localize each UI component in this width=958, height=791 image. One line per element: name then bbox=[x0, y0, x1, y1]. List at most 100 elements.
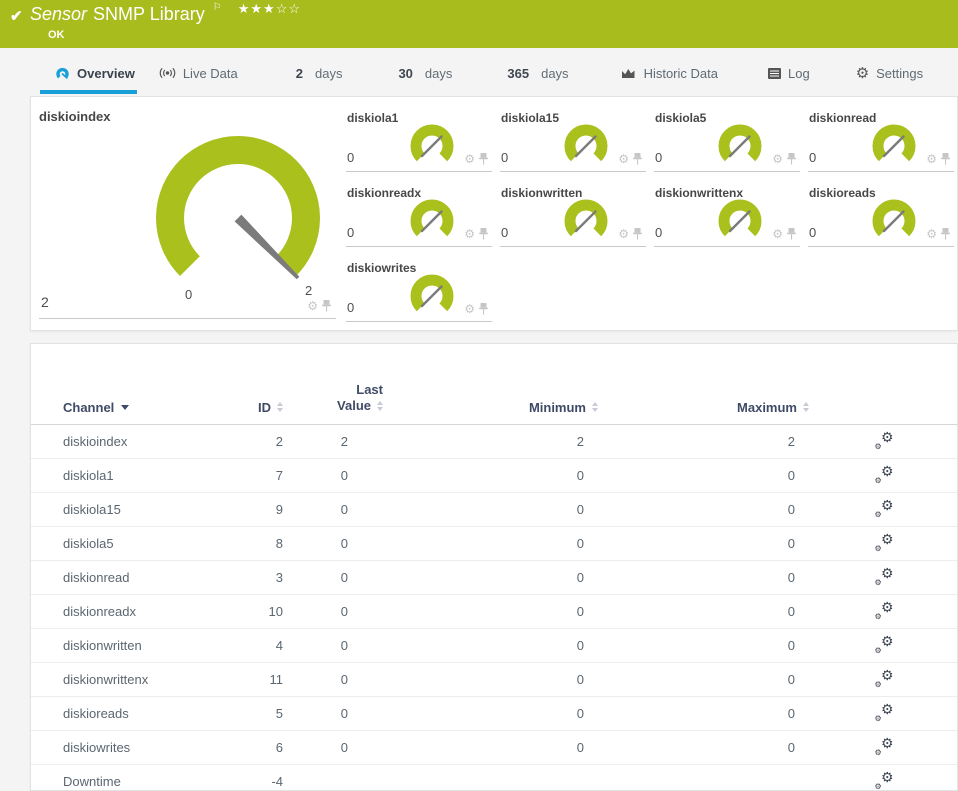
tab-30-days[interactable]: 30 days bbox=[398, 48, 452, 96]
gear-icon[interactable]: ⚙ bbox=[307, 300, 318, 312]
gauge-value: 0 bbox=[655, 225, 663, 240]
priority-stars[interactable]: ★★★☆☆ bbox=[238, 1, 301, 16]
cell-last-value: 0 bbox=[340, 467, 348, 483]
gauge-title: diskiola15 bbox=[501, 111, 560, 125]
col-label: Maximum bbox=[737, 399, 797, 415]
tab-unit: days bbox=[541, 65, 569, 81]
gauge-needle bbox=[420, 285, 443, 308]
pin-icon[interactable] bbox=[322, 300, 331, 312]
gear-icon[interactable]: ⚙ bbox=[618, 228, 629, 240]
tab-historic-data[interactable]: Historic Data bbox=[621, 48, 718, 96]
gear-icon[interactable]: ⚙ bbox=[464, 153, 475, 165]
channel-settings-icon[interactable]: ⚙ ⚙ bbox=[875, 634, 894, 655]
tab-log[interactable]: Log bbox=[767, 48, 810, 96]
col-label: Value bbox=[337, 398, 371, 414]
col-label: Last bbox=[356, 382, 383, 397]
pin-icon[interactable] bbox=[479, 153, 488, 165]
col-header-id[interactable]: ID bbox=[223, 400, 283, 415]
pin-icon[interactable] bbox=[479, 228, 488, 240]
cell-last-value: 0 bbox=[340, 637, 348, 653]
gauge-arc bbox=[718, 124, 762, 162]
flag-icon[interactable]: ⚐ bbox=[213, 2, 222, 13]
stars-empty: ☆☆ bbox=[275, 1, 301, 16]
cell-channel: diskiowrites bbox=[63, 739, 131, 755]
col-header-channel[interactable]: Channel bbox=[63, 400, 223, 415]
log-icon bbox=[767, 67, 781, 79]
channel-settings-icon[interactable]: ⚙ ⚙ bbox=[875, 464, 894, 485]
gear-icon[interactable]: ⚙ bbox=[772, 228, 783, 240]
cell-maximum: 0 bbox=[787, 637, 795, 653]
cell-id: 6 bbox=[275, 739, 283, 755]
cell-channel: diskionread bbox=[63, 569, 130, 585]
gear-icon[interactable]: ⚙ bbox=[464, 303, 475, 315]
gauge-title: diskioindex bbox=[39, 109, 111, 124]
channel-settings-icon[interactable]: ⚙ ⚙ bbox=[875, 430, 894, 451]
cell-channel: diskioindex bbox=[63, 433, 128, 449]
col-label: Minimum bbox=[528, 399, 586, 415]
gauges-panel: diskioindex 0 2 2 ⚙ diskiola1 0 ⚙ diskio… bbox=[30, 96, 958, 331]
channel-settings-icon[interactable]: ⚙ ⚙ bbox=[875, 566, 894, 587]
channel-settings-icon[interactable]: ⚙ ⚙ bbox=[875, 600, 894, 621]
tab-overview[interactable]: Overview bbox=[40, 48, 137, 96]
channel-settings-icon[interactable]: ⚙ ⚙ bbox=[875, 702, 894, 723]
pin-icon[interactable] bbox=[787, 153, 796, 165]
channel-settings-icon[interactable]: ⚙ ⚙ bbox=[875, 498, 894, 519]
gauge-cell-diskionreadx: diskionreadx 0 ⚙ bbox=[346, 172, 492, 247]
pin-icon[interactable] bbox=[633, 153, 642, 165]
gauge-value: 0 bbox=[809, 225, 817, 240]
col-header-maximum[interactable]: Maximum bbox=[598, 400, 809, 415]
gauge-value: 0 bbox=[347, 225, 355, 240]
cell-id: 5 bbox=[275, 705, 283, 721]
gear-icon[interactable]: ⚙ bbox=[772, 153, 783, 165]
channel-settings-icon[interactable]: ⚙ ⚙ bbox=[875, 736, 894, 757]
cell-channel: diskiola15 bbox=[63, 501, 121, 517]
pin-icon[interactable] bbox=[941, 153, 950, 165]
cell-minimum: 0 bbox=[576, 637, 584, 653]
pin-icon[interactable] bbox=[633, 228, 642, 240]
tab-bar: Overview Live Data 2 days 30 days 365 days … bbox=[0, 48, 958, 96]
gauge-cell-diskioindex: diskioindex 0 2 2 ⚙ bbox=[31, 97, 346, 330]
gauge-title: diskiola5 bbox=[655, 111, 707, 125]
gear-icon[interactable]: ⚙ bbox=[926, 153, 937, 165]
gear-icon[interactable]: ⚙ bbox=[926, 228, 937, 240]
col-header-minimum[interactable]: Minimum bbox=[383, 400, 598, 415]
pin-icon[interactable] bbox=[787, 228, 796, 240]
cell-maximum: 0 bbox=[787, 739, 795, 755]
table-row: diskionwritten 4 0 0 0 ⚙ ⚙ bbox=[31, 629, 957, 663]
tab-2-days[interactable]: 2 days bbox=[296, 48, 343, 96]
channel-settings-icon[interactable]: ⚙ ⚙ bbox=[875, 668, 894, 689]
tab-live-data[interactable]: Live Data bbox=[159, 48, 238, 96]
table-row: diskiola15 9 0 0 0 ⚙ ⚙ bbox=[31, 493, 957, 527]
table-header: Channel ID Last Value Minimum Maximum bbox=[31, 382, 957, 425]
gear-icon: ⚙ bbox=[855, 64, 870, 82]
channel-settings-icon[interactable]: ⚙ ⚙ bbox=[875, 532, 894, 553]
gauge-title: diskioreads bbox=[809, 186, 876, 200]
cell-channel: Downtime bbox=[63, 773, 121, 789]
sort-toggle-icon bbox=[803, 402, 809, 412]
cell-minimum: 0 bbox=[576, 467, 584, 483]
gauge-cell-diskioreads: diskioreads 0 ⚙ bbox=[808, 172, 954, 247]
pin-icon[interactable] bbox=[941, 228, 950, 240]
stars-filled: ★★★ bbox=[237, 1, 276, 16]
col-header-last-value[interactable]: Last Value bbox=[283, 382, 383, 415]
gear-icon[interactable]: ⚙ bbox=[464, 228, 475, 240]
gear-icon[interactable]: ⚙ bbox=[618, 153, 629, 165]
pin-icon[interactable] bbox=[479, 303, 488, 315]
cell-channel: diskionwritten bbox=[63, 637, 142, 653]
cell-maximum: 0 bbox=[787, 535, 795, 551]
gauge-cell-diskionwritten: diskionwritten 0 ⚙ bbox=[500, 172, 646, 247]
gauge-needle bbox=[420, 210, 443, 233]
gauge-value: 0 bbox=[347, 300, 355, 315]
table-row: diskiowrites 6 0 0 0 ⚙ ⚙ bbox=[31, 731, 957, 765]
cell-id: 4 bbox=[275, 637, 283, 653]
cell-maximum: 0 bbox=[787, 569, 795, 585]
sensor-title-line: Sensor SNMP Library ⚐ ★★★☆☆ bbox=[30, 1, 301, 25]
small-gauges-grid: diskiola1 0 ⚙ diskiola15 0 ⚙ diskiola5 0… bbox=[346, 97, 954, 322]
cell-id: 11 bbox=[269, 671, 284, 687]
gauge-value: 0 bbox=[347, 150, 355, 165]
channel-settings-icon[interactable]: ⚙ ⚙ bbox=[875, 770, 894, 791]
status-badge: OK bbox=[48, 29, 65, 41]
table-row: diskionreadx 10 0 0 0 ⚙ ⚙ bbox=[31, 595, 957, 629]
tab-365-days[interactable]: 365 days bbox=[507, 48, 568, 96]
tab-settings[interactable]: ⚙ Settings bbox=[856, 48, 923, 96]
